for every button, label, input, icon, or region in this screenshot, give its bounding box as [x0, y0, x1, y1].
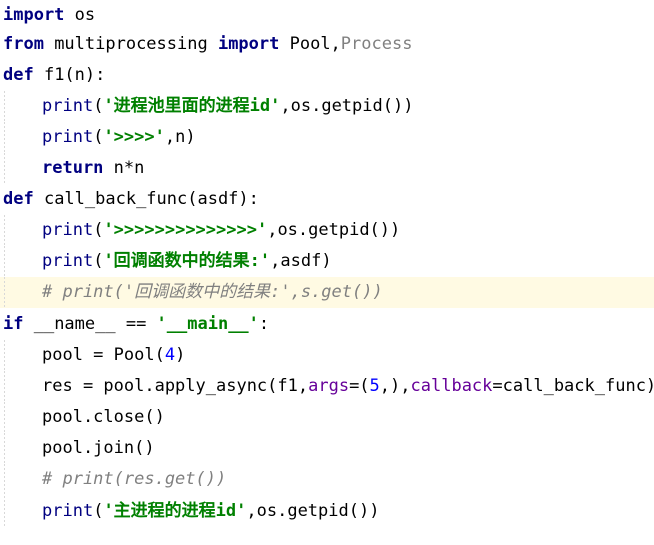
code-line[interactable]: pool.close()	[0, 402, 654, 433]
builtin-function: print	[42, 501, 94, 521]
indent-guide	[4, 340, 5, 371]
keyword: def	[3, 65, 34, 85]
number-literal: 5	[369, 376, 380, 396]
code-line[interactable]: return n*n	[0, 153, 654, 184]
keyword-argument: args	[308, 376, 350, 396]
indent-guide	[4, 122, 5, 153]
code-text: ,n)	[164, 127, 196, 147]
code-text: __name__ ==	[23, 314, 157, 334]
code-text: )	[175, 345, 186, 365]
keyword: import	[3, 5, 65, 25]
indent-guide	[4, 371, 5, 402]
keyword-argument: callback	[410, 376, 493, 396]
string-literal: '>>>>'	[103, 127, 165, 147]
indent-guide	[4, 496, 5, 527]
code-text: ,os.getpid())	[267, 220, 401, 240]
code-line[interactable]: pool = Pool(4)	[0, 340, 654, 371]
code-text: pool.join()	[42, 438, 155, 458]
builtin-function: print	[42, 127, 94, 147]
unused-import: Process	[340, 34, 413, 54]
keyword: return	[42, 158, 104, 178]
code-text: ,os.getpid())	[280, 96, 414, 116]
indent-guide	[4, 246, 5, 277]
indent-guide	[4, 277, 5, 308]
string-literal: '>>>>>>>>>>>>>>'	[103, 220, 268, 240]
code-line[interactable]: from multiprocessing import Pool,Process	[0, 29, 654, 60]
indent-guide	[4, 402, 5, 433]
code-text: =(	[349, 376, 370, 396]
code-line[interactable]: import os	[0, 0, 654, 31]
code-line[interactable]: # print(res.get())	[0, 464, 654, 495]
keyword: def	[3, 189, 34, 209]
code-text: n*n	[103, 158, 145, 178]
code-text: (	[93, 127, 104, 147]
code-line[interactable]: res = pool.apply_async(f1,args=(5,),call…	[0, 371, 654, 402]
number-literal: 4	[164, 345, 176, 365]
code-text: (	[93, 501, 104, 521]
string-literal: '回调函数中的结果:'	[103, 251, 271, 271]
builtin-function: print	[42, 220, 94, 240]
code-line[interactable]: print('主进程的进程id',os.getpid())	[0, 496, 654, 527]
indent-guide	[4, 91, 5, 122]
string-literal: '进程池里面的进程id'	[103, 96, 281, 116]
code-line[interactable]: def call_back_func(asdf):	[0, 184, 654, 215]
code-text: (	[93, 220, 104, 240]
code-text: f1(n):	[33, 65, 106, 85]
code-text: pool.close()	[42, 407, 165, 427]
code-text: =call_back_func)	[492, 376, 654, 396]
code-text: call_back_func(asdf):	[33, 189, 259, 209]
code-line[interactable]: print('>>>>>>>>>>>>>>',os.getpid())	[0, 215, 654, 246]
code-text: res = pool.apply_async(f1,	[42, 376, 309, 396]
code-text: ,),	[379, 376, 411, 396]
code-text: pool = Pool(	[42, 345, 165, 365]
comment: # print('回调函数中的结果:',s.get())	[42, 282, 383, 302]
indent-guide	[4, 433, 5, 464]
code-text: ,os.getpid())	[246, 501, 380, 521]
code-text: multiprocessing	[43, 34, 218, 54]
indent-guide	[4, 153, 5, 184]
string-literal: '__main__'	[156, 314, 259, 334]
code-line-current[interactable]: # print('回调函数中的结果:',s.get())	[0, 277, 654, 308]
code-text: :	[258, 314, 270, 334]
keyword: from	[3, 34, 44, 54]
code-editor[interactable]: import os from multiprocessing import Po…	[0, 0, 654, 545]
keyword: if	[3, 314, 24, 334]
code-text: Pool,	[279, 34, 341, 54]
code-text: os	[64, 5, 96, 25]
code-line[interactable]: print('进程池里面的进程id',os.getpid())	[0, 91, 654, 122]
code-text: ,asdf)	[270, 251, 332, 271]
code-line[interactable]: def f1(n):	[0, 60, 654, 91]
code-line[interactable]: pool.join()	[0, 433, 654, 464]
indent-guide	[4, 464, 5, 495]
code-text: (	[93, 96, 104, 116]
keyword: import	[217, 34, 280, 54]
builtin-function: print	[42, 96, 94, 116]
code-line[interactable]: print('>>>>',n)	[0, 122, 654, 153]
string-literal: '主进程的进程id'	[103, 501, 247, 521]
code-line[interactable]: if __name__ == '__main__':	[0, 309, 654, 340]
builtin-function: print	[42, 251, 94, 271]
code-line[interactable]: print('回调函数中的结果:',asdf)	[0, 246, 654, 277]
indent-guide	[4, 215, 5, 246]
comment: # print(res.get())	[42, 469, 227, 489]
code-text: (	[93, 251, 104, 271]
